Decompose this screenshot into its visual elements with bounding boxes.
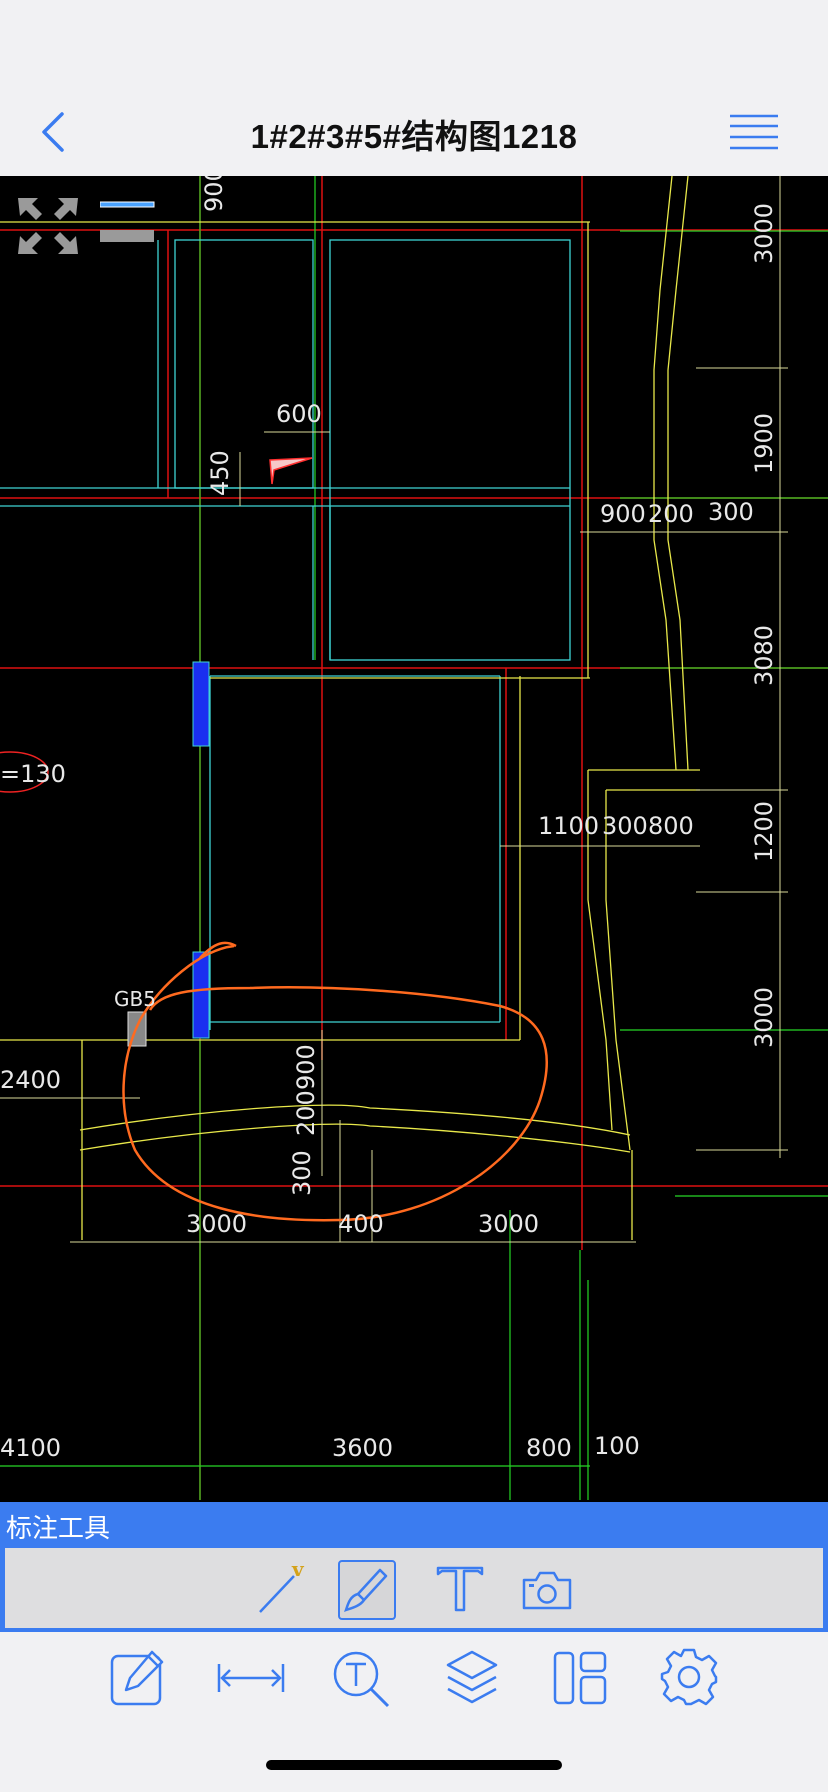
camera-icon[interactable] <box>520 1568 574 1612</box>
line-tool-icon[interactable]: v <box>256 1560 312 1618</box>
text-search-icon[interactable] <box>330 1648 392 1710</box>
dim-100: 100 <box>594 1432 640 1460</box>
dim-800-b: 800 <box>648 812 694 840</box>
text-tool-icon[interactable] <box>434 1562 486 1616</box>
dim-3000-b: 3000 <box>478 1210 539 1238</box>
dim-1900: 1900 <box>750 413 778 474</box>
dim-600: 600 <box>276 400 322 428</box>
label-gb5: GB5 <box>114 987 156 1011</box>
drawing-canvas[interactable]: 900 3000 600 450 1900 900 200 300 3080 =… <box>0 176 828 1502</box>
dim-800-c: 800 <box>526 1434 572 1462</box>
svg-text:v: v <box>291 1560 305 1581</box>
gear-icon[interactable] <box>658 1646 720 1708</box>
dim-200-mid: 200 <box>648 500 694 528</box>
dim-4100: 4100 <box>0 1434 61 1462</box>
fill-toggle-icon[interactable] <box>100 228 156 248</box>
dim-300-b: 300 <box>602 812 648 840</box>
annotation-panel-header <box>0 1502 828 1544</box>
layers-icon[interactable] <box>444 1648 500 1706</box>
dim-450: 450 <box>206 450 234 496</box>
edit-icon[interactable] <box>108 1648 168 1708</box>
home-indicator <box>266 1760 562 1770</box>
dim-300-vertical: 300 <box>288 1150 316 1196</box>
fullscreen-icon[interactable] <box>16 196 80 256</box>
dim-900-mid: 900 <box>600 500 646 528</box>
layout-icon[interactable] <box>552 1650 608 1706</box>
label-eq-130: =130 <box>0 760 66 788</box>
page-title: 1#2#3#5#结构图1218 <box>250 118 578 155</box>
dim-3600: 3600 <box>332 1434 393 1462</box>
dim-3080: 3080 <box>750 625 778 686</box>
pen-icon <box>344 1568 388 1612</box>
dim-3000-right-1: 3000 <box>750 203 778 264</box>
pen-tool-button[interactable] <box>338 1560 396 1620</box>
line-weight-toggle-icon[interactable] <box>100 200 156 224</box>
annotation-toolbar <box>5 1548 823 1628</box>
dim-1100: 1100 <box>538 812 599 840</box>
annotation-panel-title: 标注工具 <box>6 1513 111 1543</box>
measure-icon[interactable] <box>216 1660 286 1696</box>
dim-300-mid: 300 <box>708 498 754 526</box>
hamburger-menu-icon[interactable] <box>728 112 780 152</box>
dim-2400: 2400 <box>0 1066 61 1094</box>
dim-400: 400 <box>338 1210 384 1238</box>
dim-900-top: 900 <box>200 176 228 212</box>
dim-3000-right-2: 3000 <box>750 987 778 1048</box>
dim-900-vertical: 900 <box>292 1044 320 1090</box>
cad-drawing: 900 3000 600 450 1900 900 200 300 3080 =… <box>0 176 828 1500</box>
status-bar-area <box>0 0 828 100</box>
dim-3000-a: 3000 <box>186 1210 247 1238</box>
dim-1200: 1200 <box>750 801 778 862</box>
dim-200-vertical: 200 <box>292 1090 320 1136</box>
